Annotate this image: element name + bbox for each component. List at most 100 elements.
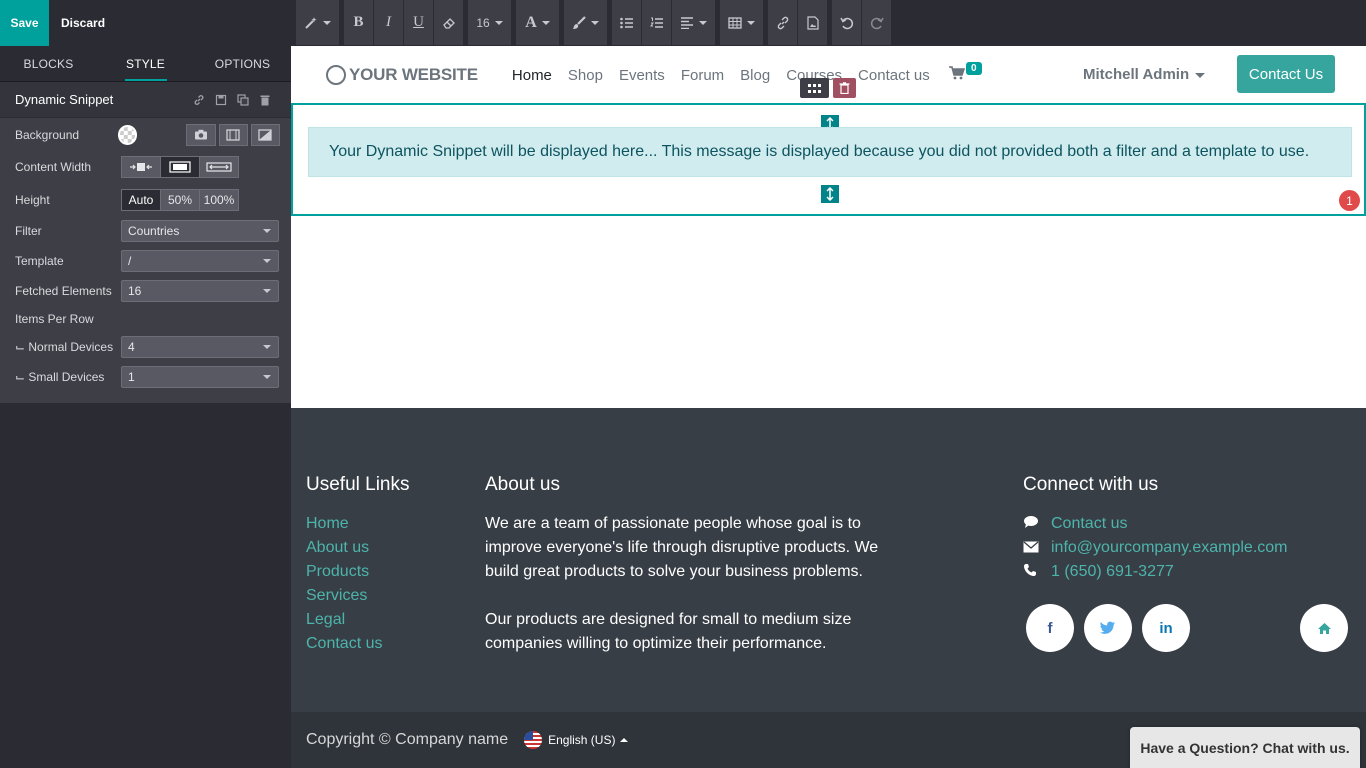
width-small-button[interactable] bbox=[121, 156, 161, 178]
nav-blog[interactable]: Blog bbox=[740, 67, 770, 84]
drag-handle[interactable] bbox=[800, 78, 829, 98]
eraser-button[interactable] bbox=[434, 0, 464, 45]
background-image-button[interactable] bbox=[186, 123, 216, 146]
underline-button[interactable]: U bbox=[404, 0, 434, 45]
filter-select[interactable]: Countries bbox=[121, 220, 279, 242]
background-color-dropdown[interactable] bbox=[564, 0, 608, 45]
nav-shop[interactable]: Shop bbox=[568, 67, 603, 84]
nav-home[interactable]: Home bbox=[512, 67, 552, 84]
width-full-button[interactable] bbox=[199, 156, 239, 178]
discard-button[interactable]: Discard bbox=[49, 0, 117, 46]
table-dropdown[interactable] bbox=[720, 0, 764, 45]
align-left-icon bbox=[681, 16, 693, 29]
footer-link-contact[interactable]: Contact us bbox=[306, 632, 410, 656]
tab-blocks[interactable]: BLOCKS bbox=[0, 46, 97, 81]
user-name: Mitchell Admin bbox=[1083, 66, 1190, 83]
font-color-label: A bbox=[525, 13, 537, 31]
paintbrush-icon bbox=[573, 15, 586, 29]
home-icon[interactable] bbox=[1300, 604, 1348, 652]
height-label: Height bbox=[15, 192, 50, 207]
cart-count-badge: 0 bbox=[966, 62, 982, 75]
contact-us-link[interactable]: Contact us bbox=[1051, 512, 1127, 536]
phone-link[interactable]: 1 (650) 691-3277 bbox=[1051, 560, 1174, 584]
normal-devices-label: ⌙ Normal Devices bbox=[15, 340, 114, 354]
language-selector[interactable]: English (US) bbox=[524, 731, 629, 749]
style-dropdown[interactable] bbox=[296, 0, 340, 45]
nav-events[interactable]: Events bbox=[619, 67, 665, 84]
footer-link-products[interactable]: Products bbox=[306, 560, 410, 584]
resize-bottom-handle[interactable] bbox=[820, 184, 840, 204]
height-50-button[interactable]: 50% bbox=[160, 188, 200, 211]
filter-label: Filter bbox=[15, 224, 42, 238]
redo-button[interactable] bbox=[862, 0, 892, 45]
about-paragraph-1: We are a team of passionate people whose… bbox=[485, 515, 879, 580]
nav-contact[interactable]: Contact us bbox=[858, 67, 930, 84]
user-menu[interactable]: Mitchell Admin bbox=[1083, 66, 1206, 83]
height-auto-button[interactable]: Auto bbox=[121, 188, 161, 211]
align-dropdown[interactable] bbox=[672, 0, 716, 45]
twitter-icon[interactable] bbox=[1084, 604, 1132, 652]
trash-icon[interactable] bbox=[254, 92, 276, 108]
linkedin-icon[interactable]: in bbox=[1142, 604, 1190, 652]
connect-column: Connect with us Contact us info@yourcomp… bbox=[1023, 474, 1288, 584]
width-default-button[interactable] bbox=[160, 156, 200, 178]
numbered-list-button[interactable] bbox=[642, 0, 672, 45]
duplicate-icon[interactable] bbox=[232, 92, 254, 108]
phone-line: 1 (650) 691-3277 bbox=[1023, 560, 1288, 584]
undo-button[interactable] bbox=[832, 0, 862, 45]
link-button[interactable] bbox=[768, 0, 798, 45]
height-100-button[interactable]: 100% bbox=[199, 188, 239, 211]
italic-button[interactable]: I bbox=[374, 0, 404, 45]
comment-icon bbox=[1023, 512, 1051, 536]
snippet-title: Dynamic Snippet bbox=[15, 92, 114, 107]
contact-us-button[interactable]: Contact Us bbox=[1237, 55, 1335, 93]
gradient-icon bbox=[258, 128, 273, 141]
font-size-dropdown[interactable]: 16 bbox=[468, 0, 512, 45]
save-snippet-icon[interactable] bbox=[210, 92, 232, 108]
caret-up-icon bbox=[620, 738, 629, 742]
template-label: Template bbox=[15, 254, 64, 268]
bold-button[interactable]: B bbox=[344, 0, 374, 45]
copyright-text: Copyright © Company name bbox=[306, 731, 509, 748]
remove-snippet-button[interactable] bbox=[833, 78, 856, 98]
tab-options[interactable]: OPTIONS bbox=[194, 46, 291, 81]
tab-style[interactable]: STYLE bbox=[97, 46, 194, 81]
footer-link-services[interactable]: Services bbox=[306, 584, 410, 608]
link-icon bbox=[777, 16, 788, 29]
background-color-picker[interactable] bbox=[117, 124, 138, 145]
file-image-icon bbox=[806, 15, 819, 30]
bullet-list-button[interactable] bbox=[612, 0, 642, 45]
notification-badge[interactable]: 1 bbox=[1339, 190, 1360, 211]
footer-link-legal[interactable]: Legal bbox=[306, 608, 410, 632]
normal-devices-select[interactable]: 4 bbox=[121, 336, 279, 358]
fetched-elements-select[interactable]: 16 bbox=[121, 280, 279, 302]
email-link[interactable]: info@yourcompany.example.com bbox=[1051, 536, 1288, 560]
magic-wand-icon bbox=[305, 16, 317, 29]
background-video-button[interactable] bbox=[218, 123, 248, 146]
list-ul-icon bbox=[619, 17, 633, 28]
livechat-button[interactable]: Have a Question? Chat with us. bbox=[1130, 727, 1360, 768]
save-button[interactable]: Save bbox=[0, 0, 49, 46]
background-gradient-button[interactable] bbox=[250, 123, 280, 146]
font-size-value: 16 bbox=[476, 15, 490, 30]
font-color-dropdown[interactable]: A bbox=[516, 0, 560, 45]
nav-forum[interactable]: Forum bbox=[681, 67, 724, 84]
template-select[interactable]: / bbox=[121, 250, 279, 272]
about-column: About us We are a team of passionate peo… bbox=[485, 474, 885, 656]
language-label: English (US) bbox=[548, 733, 616, 747]
footer-link-about[interactable]: About us bbox=[306, 536, 410, 560]
dynamic-snippet-section[interactable]: Your Dynamic Snippet will be displayed h… bbox=[291, 103, 1366, 216]
envelope-icon bbox=[1023, 536, 1051, 560]
cart-icon[interactable] bbox=[949, 66, 966, 83]
eraser-icon bbox=[442, 17, 455, 29]
items-per-row-row: Items Per Row bbox=[0, 306, 291, 332]
link-icon[interactable] bbox=[188, 92, 210, 108]
vertical-arrows-icon bbox=[826, 187, 834, 201]
table-icon bbox=[728, 16, 742, 29]
site-logo[interactable]: YOUR WEBSITE bbox=[326, 65, 478, 85]
container-width-icon bbox=[169, 161, 191, 173]
footer-link-home[interactable]: Home bbox=[306, 512, 410, 536]
facebook-icon[interactable]: f bbox=[1026, 604, 1074, 652]
media-button[interactable] bbox=[798, 0, 828, 45]
small-devices-select[interactable]: 1 bbox=[121, 366, 279, 388]
